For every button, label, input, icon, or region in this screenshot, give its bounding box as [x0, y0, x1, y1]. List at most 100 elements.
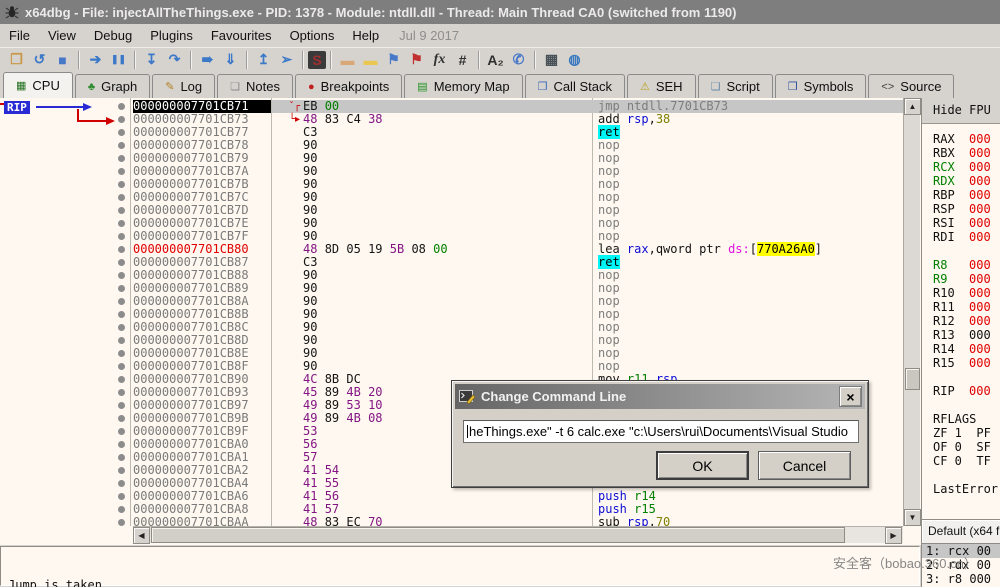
vertical-scroll-thumb[interactable]	[905, 368, 920, 390]
breakpoint-dot[interactable]	[118, 272, 125, 279]
breakpoint-dot[interactable]	[118, 506, 125, 513]
step-into-icon[interactable]: ↧	[140, 49, 163, 70]
register-row[interactable]: RBP000	[922, 188, 1000, 202]
breakpoint-dot[interactable]	[118, 350, 125, 357]
register-row[interactable]: LastError	[922, 482, 1000, 496]
hide-fpu-button[interactable]: Hide FPU	[922, 98, 1000, 124]
menu-help[interactable]: Help	[343, 28, 388, 43]
cancel-button[interactable]: Cancel	[758, 451, 851, 480]
register-row[interactable]: R9000	[922, 272, 1000, 286]
register-row[interactable]: RIP000	[922, 384, 1000, 398]
register-row[interactable]: R15000	[922, 356, 1000, 370]
argument-row[interactable]: 3: r8 000	[922, 572, 1000, 586]
breakpoint-dot[interactable]	[118, 298, 125, 305]
menu-debug[interactable]: Debug	[85, 28, 141, 43]
tab-call-stack[interactable]: ❐Call Stack	[525, 74, 625, 98]
scroll-left-button[interactable]: ◀	[133, 527, 150, 544]
breakpoint-dot[interactable]	[118, 233, 125, 240]
breakpoint-dot[interactable]	[118, 220, 125, 227]
breakpoint-dot[interactable]	[118, 207, 125, 214]
register-row[interactable]: RDX000	[922, 174, 1000, 188]
register-row[interactable]: ZF 1 PF	[922, 426, 1000, 440]
breakpoint-dot[interactable]	[118, 194, 125, 201]
logpoint-icon[interactable]: ✆	[507, 49, 530, 70]
register-row[interactable]: RSI000	[922, 216, 1000, 230]
tab-cpu[interactable]: ▦CPU	[3, 72, 73, 98]
register-row[interactable]: RFLAGS	[922, 412, 1000, 426]
disasm-row[interactable]: 000000007701CBAA48 83 EC 70sub rsp,70	[0, 516, 903, 526]
bookmark-icon[interactable]: ⚑	[405, 49, 428, 70]
dialog-close-button[interactable]: ×	[839, 386, 862, 407]
breakpoint-dot[interactable]	[118, 155, 125, 162]
breakpoint-dot[interactable]	[118, 428, 125, 435]
register-row[interactable]: R11000	[922, 300, 1000, 314]
run-to-user-code-icon[interactable]: ➢	[275, 49, 298, 70]
scroll-down-button[interactable]: ▼	[904, 509, 921, 526]
register-row[interactable]: R14000	[922, 342, 1000, 356]
execute-till-return-icon[interactable]: ⇓	[219, 49, 242, 70]
step-out-icon[interactable]: ↥	[252, 49, 275, 70]
stop-icon[interactable]: ■	[51, 49, 74, 70]
menu-options[interactable]: Options	[281, 28, 344, 43]
tab-breakpoints[interactable]: ●Breakpoints	[295, 74, 402, 98]
disasm-vertical-scrollbar[interactable]: ▲ ▼	[903, 98, 920, 526]
breakpoint-dot[interactable]	[118, 480, 125, 487]
tab-source[interactable]: <>Source	[868, 74, 954, 98]
menu-file[interactable]: File	[0, 28, 39, 43]
tab-notes[interactable]: ❏Notes	[217, 74, 293, 98]
label-icon[interactable]: ⚑	[382, 49, 405, 70]
scroll-up-button[interactable]: ▲	[904, 98, 921, 115]
breakpoint-dot[interactable]	[118, 168, 125, 175]
breakpoint-dot[interactable]	[118, 142, 125, 149]
breakpoint-dot[interactable]	[118, 402, 125, 409]
system-breakpoint-icon[interactable]: S	[308, 51, 326, 69]
hash-icon[interactable]: #	[451, 49, 474, 70]
dialog-title-bar[interactable]: Change Command Line ×	[455, 384, 865, 409]
breakpoint-dot[interactable]	[118, 337, 125, 344]
register-row[interactable]: R13000	[922, 328, 1000, 342]
register-row[interactable]: RCX000	[922, 160, 1000, 174]
register-row[interactable]: RBX000	[922, 146, 1000, 160]
menu-plugins[interactable]: Plugins	[141, 28, 202, 43]
menu-favourites[interactable]: Favourites	[202, 28, 281, 43]
patches-icon[interactable]: ▬	[336, 49, 359, 70]
horizontal-scroll-thumb[interactable]	[151, 527, 845, 543]
breakpoint-dot[interactable]	[118, 246, 125, 253]
run-icon[interactable]: ➔	[84, 49, 107, 70]
calling-convention-select[interactable]: Default (x64 f	[921, 519, 1000, 544]
register-row[interactable]: R8000	[922, 258, 1000, 272]
command-line-input[interactable]: heThings.exe" -t 6 calc.exe "c:\Users\ru…	[463, 420, 859, 443]
disasm-horizontal-scrollbar[interactable]: ◀ ▶	[133, 526, 903, 543]
run-to-icon[interactable]: ➠	[196, 49, 219, 70]
breakpoint-dot[interactable]	[118, 116, 125, 123]
breakpoint-dot[interactable]	[118, 129, 125, 136]
breakpoint-dot[interactable]	[118, 311, 125, 318]
step-over-icon[interactable]: ↷	[163, 49, 186, 70]
breakpoint-dot[interactable]	[118, 324, 125, 331]
register-row[interactable]: RSP000	[922, 202, 1000, 216]
breakpoint-dot[interactable]	[118, 259, 125, 266]
tab-symbols[interactable]: ❒Symbols	[775, 74, 867, 98]
register-row[interactable]: R10000	[922, 286, 1000, 300]
tab-log[interactable]: ✎Log	[152, 74, 215, 98]
scroll-right-button[interactable]: ▶	[885, 527, 902, 544]
breakpoint-dot[interactable]	[118, 181, 125, 188]
restart-icon[interactable]: ↺	[28, 49, 51, 70]
breakpoint-dot[interactable]	[118, 454, 125, 461]
breakpoint-dot[interactable]	[118, 389, 125, 396]
text-a2-icon[interactable]: A₂	[484, 49, 507, 70]
breakpoint-dot[interactable]	[118, 363, 125, 370]
comment-icon[interactable]: ▬	[359, 49, 382, 70]
tab-script[interactable]: ❏Script	[698, 74, 773, 98]
breakpoint-dot[interactable]	[118, 467, 125, 474]
tab-memory-map[interactable]: ▤Memory Map	[404, 74, 522, 98]
breakpoint-dot[interactable]	[118, 441, 125, 448]
breakpoint-dot[interactable]	[118, 376, 125, 383]
function-icon[interactable]: fx	[428, 49, 451, 70]
breakpoint-dot[interactable]	[118, 519, 125, 526]
pause-icon[interactable]: ❚❚	[107, 49, 130, 70]
register-row[interactable]: RAX000	[922, 132, 1000, 146]
breakpoint-dot[interactable]	[118, 493, 125, 500]
calculator-icon[interactable]: ▦	[540, 49, 563, 70]
tab-graph[interactable]: ♣Graph	[75, 74, 150, 98]
